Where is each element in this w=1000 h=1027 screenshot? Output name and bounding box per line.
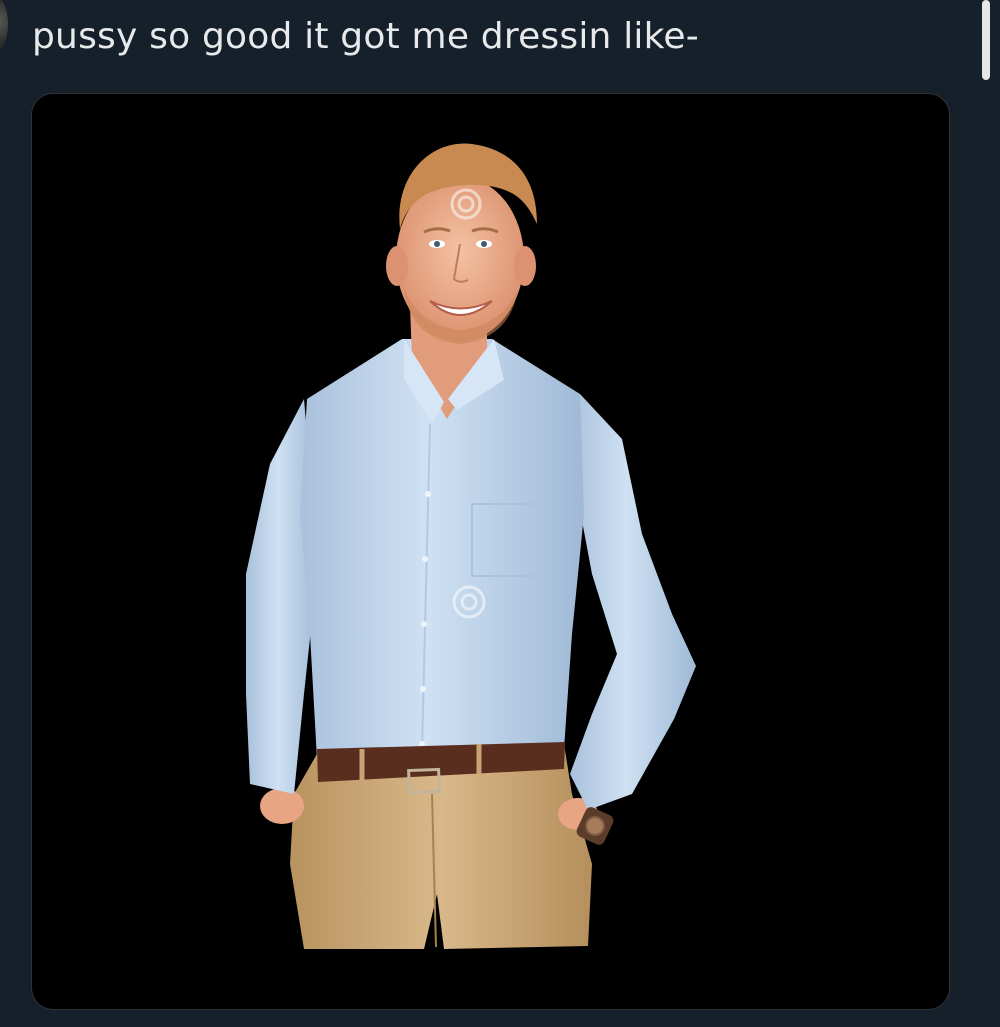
tweet-text: pussy so good it got me dressin like- — [32, 16, 699, 57]
left-hand — [260, 788, 304, 824]
avatar[interactable] — [0, 0, 8, 56]
scrollbar-thumb[interactable] — [982, 0, 990, 80]
right-sleeve — [570, 394, 696, 810]
photo-icon — [246, 143, 696, 949]
tweet-media-photo[interactable] — [31, 93, 950, 1010]
